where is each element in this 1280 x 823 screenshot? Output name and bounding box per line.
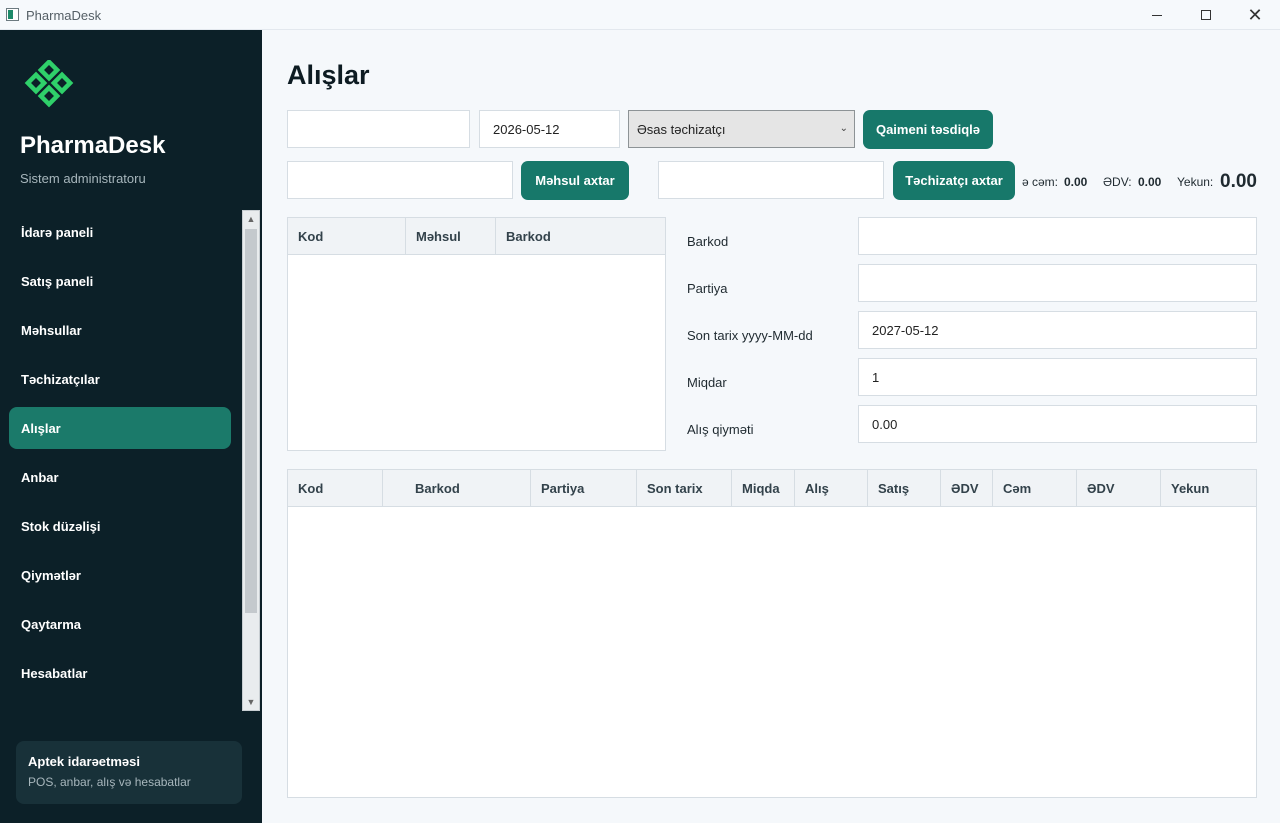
sidebar-item-stock-adjustment[interactable]: Stok düzəlişi <box>9 505 231 547</box>
supplier-select[interactable]: Əsas təchizatçı ⌄ <box>628 110 855 148</box>
column-header[interactable]: ƏDV <box>1077 470 1161 507</box>
sum-label: ə cəm: <box>1022 175 1059 189</box>
purchase-price-input[interactable]: 0.00 <box>858 405 1257 443</box>
quantity-label: Miqdar <box>687 375 727 390</box>
barcode-label: Barkod <box>687 234 729 249</box>
vat-label: ƏDV: <box>1103 175 1132 189</box>
supplier-select-value: Əsas təchizatçı <box>637 121 726 137</box>
column-header[interactable]: Kod <box>288 470 383 507</box>
sidebar-item-sales[interactable]: Satış paneli <box>9 260 231 302</box>
vat-value: 0.00 <box>1138 175 1162 189</box>
total-label: Yekun: <box>1177 175 1214 189</box>
column-header[interactable]: Kod <box>288 218 406 255</box>
page-title: Alışlar <box>287 60 370 90</box>
column-header[interactable]: Məhsul <box>406 218 496 255</box>
column-header[interactable]: Barkod <box>496 218 665 255</box>
column-header[interactable]: Yekun <box>1161 470 1256 507</box>
close-icon: ✕ <box>1247 5 1263 25</box>
total-value: 0.00 <box>1220 171 1257 192</box>
sidebar-item-reports[interactable]: Hesabatlar <box>9 652 231 694</box>
column-header[interactable]: Satış <box>868 470 941 507</box>
date-input[interactable]: 2026-05-12 <box>479 110 620 148</box>
column-header[interactable]: Alış <box>795 470 868 507</box>
minimize-button[interactable] <box>1132 0 1182 30</box>
product-search-button[interactable]: Məhsul axtar <box>521 161 629 200</box>
title-bar: PharmaDesk ✕ <box>0 0 1280 30</box>
column-header[interactable]: Miqda <box>732 470 795 507</box>
table-header: Kod Məhsul Barkod <box>288 218 665 255</box>
brand-name: PharmaDesk <box>20 132 166 159</box>
invoice-number-input[interactable] <box>287 110 470 148</box>
column-header[interactable]: ƏDV <box>941 470 993 507</box>
barcode-input[interactable] <box>858 217 1257 255</box>
main-content: Alışlar 2026-05-12 Əsas təchizatçı ⌄ Qai… <box>262 30 1280 823</box>
sidebar-scrollbar[interactable]: ▲ ▼ <box>242 210 260 711</box>
sidebar-item-prices[interactable]: Qiymətlər <box>9 554 231 596</box>
sidebar-item-suppliers[interactable]: Təchizatçılar <box>9 358 231 400</box>
chevron-down-icon: ⌄ <box>839 123 848 134</box>
sidebar: PharmaDesk Sistem administratoru İdarə p… <box>0 30 262 823</box>
column-header[interactable]: Barkod <box>383 470 531 507</box>
quantity-input[interactable]: 1 <box>858 358 1257 396</box>
product-results-table[interactable]: Kod Məhsul Barkod <box>287 217 666 451</box>
batch-label: Partiya <box>687 281 728 296</box>
sidebar-item-products[interactable]: Məhsullar <box>9 309 231 351</box>
confirm-invoice-button[interactable]: Qaimeni təsdiqlə <box>863 110 993 149</box>
pharmadesk-logo-icon <box>24 60 74 108</box>
supplier-search-button[interactable]: Təchizatçı axtar <box>893 161 1015 200</box>
column-header[interactable]: Partiya <box>531 470 637 507</box>
app-icon <box>6 8 19 21</box>
sidebar-item-purchases[interactable]: Alışlar <box>9 407 231 449</box>
expiry-label: Son tarix yyyy-MM-dd <box>687 328 813 343</box>
maximize-button[interactable] <box>1181 0 1231 30</box>
scroll-down-icon[interactable]: ▼ <box>243 694 259 710</box>
purchase-price-label: Alış qiyməti <box>687 422 754 437</box>
supplier-search-input[interactable] <box>658 161 884 199</box>
sidebar-item-warehouse[interactable]: Anbar <box>9 456 231 498</box>
minimize-icon <box>1152 14 1162 16</box>
close-button[interactable]: ✕ <box>1230 0 1280 30</box>
scrollbar-thumb[interactable] <box>245 229 257 613</box>
column-header[interactable]: Cəm <box>993 470 1077 507</box>
sidebar-item-dashboard[interactable]: İdarə paneli <box>9 211 231 253</box>
table-header: Kod Barkod Partiya Son tarix Miqda Alış … <box>288 470 1256 507</box>
sum-value: 0.00 <box>1064 175 1088 189</box>
footer-title: Aptek idarəetməsi <box>28 754 140 769</box>
maximize-icon <box>1201 10 1211 20</box>
scroll-up-icon[interactable]: ▲ <box>243 211 259 227</box>
window-title: PharmaDesk <box>26 8 102 23</box>
product-search-input[interactable] <box>287 161 513 199</box>
invoice-items-table[interactable]: Kod Barkod Partiya Son tarix Miqda Alış … <box>287 469 1257 798</box>
expiry-input[interactable]: 2027-05-12 <box>858 311 1257 349</box>
column-header[interactable]: Son tarix <box>637 470 732 507</box>
batch-input[interactable] <box>858 264 1257 302</box>
sidebar-item-returns[interactable]: Qaytarma <box>9 603 231 645</box>
user-role: Sistem administratoru <box>20 171 146 186</box>
footer-subtitle: POS, anbar, alış və hesabatlar <box>28 775 191 789</box>
sidebar-footer-card: Aptek idarəetməsi POS, anbar, alış və he… <box>16 741 242 804</box>
